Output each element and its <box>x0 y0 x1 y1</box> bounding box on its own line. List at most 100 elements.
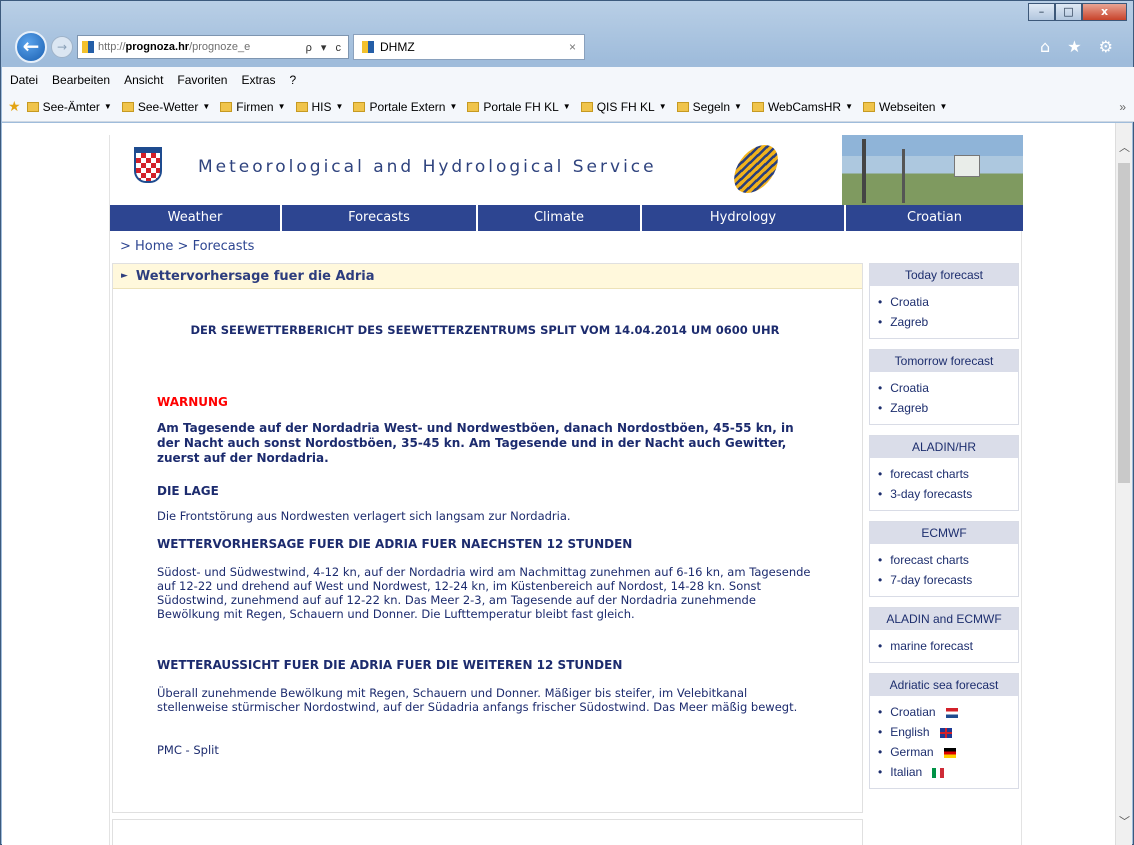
search-refresh-icon[interactable]: ρ ▾ c <box>306 41 344 54</box>
sidebar-link[interactable]: Croatia <box>878 378 1018 398</box>
weather-station-icon <box>954 155 980 177</box>
sidebar-link[interactable]: Zagreb <box>878 398 1018 418</box>
tab-close-icon[interactable]: × <box>569 40 576 54</box>
croatian-coat-of-arms-icon[interactable] <box>134 147 162 183</box>
nav-climate[interactable]: Climate <box>478 205 642 231</box>
favorite-folder[interactable]: Segeln ▼ <box>676 100 742 114</box>
browser-tools-icons[interactable]: ⌂ ★ ⚙ <box>1040 37 1119 56</box>
scrollbar-thumb[interactable] <box>1118 163 1130 483</box>
page-viewport: Meteorological and Hydrological Service … <box>2 123 1117 845</box>
favorites-bar: ★ See-Ämter ▼ See-Wetter ▼ Firmen ▼ HIS ▼ Po… <box>2 92 1134 122</box>
more-favorites-icon[interactable]: » <box>1119 100 1126 114</box>
favorite-folder[interactable]: Portale Extern ▼ <box>353 100 457 114</box>
favorite-folder[interactable]: QIS FH KL ▼ <box>580 99 667 114</box>
sidebar-box-title: Tomorrow forecast <box>870 350 1018 372</box>
favorite-label: QIS FH KL <box>596 99 655 114</box>
favorite-label: Portale FH KL <box>483 99 559 114</box>
favorite-folder[interactable]: Portale FH KL ▼ <box>467 99 571 114</box>
triangle-right-icon: ► <box>121 271 128 281</box>
signature: PMC - Split <box>157 743 219 757</box>
navigation-bar: ← → http:// prognoza.hr /prognoze_e ρ ▾ … <box>15 31 585 63</box>
sidebar-link[interactable]: forecast charts <box>878 464 1018 484</box>
chevron-down-icon: ▼ <box>449 102 458 111</box>
close-button[interactable]: x <box>1082 3 1127 21</box>
back-icon[interactable]: ← <box>15 31 47 63</box>
favorite-label: See-Ämter <box>42 99 100 114</box>
menu-favoriten[interactable]: Favoriten <box>177 73 227 87</box>
browser-tab[interactable]: DHMZ × <box>353 34 585 60</box>
sidebar-link[interactable]: Croatia <box>878 292 1018 312</box>
sidebar-link[interactable]: English <box>878 722 1018 742</box>
language-label: Italian <box>890 765 923 779</box>
menu-help[interactable]: ? <box>289 73 296 87</box>
chevron-down-icon: ▼ <box>939 102 948 111</box>
sidebar-box-aladin-ecmwf: ALADIN and ECMWF marine forecast <box>869 607 1019 663</box>
browser-window: – □ x ← → http:// prognoza.hr /prognoze_… <box>0 0 1134 845</box>
minimize-button[interactable]: – <box>1028 3 1055 21</box>
italian-flag-icon <box>932 767 945 778</box>
chevron-down-icon: ▼ <box>658 102 667 111</box>
menu-ansicht[interactable]: Ansicht <box>124 73 163 87</box>
breadcrumb[interactable]: > Home > Forecasts <box>120 239 254 254</box>
outlook-text: Überall zunehmende Bewölkung mit Regen, … <box>157 686 798 714</box>
favorite-folder[interactable]: See-Ämter ▼ <box>26 99 112 114</box>
folder-icon <box>676 101 689 112</box>
sidebar-link[interactable]: 7-day forecasts <box>878 570 1018 590</box>
forward-icon[interactable]: → <box>51 36 73 58</box>
sidebar-link[interactable]: 3-day forecasts <box>878 484 1018 504</box>
german-flag-icon <box>943 747 956 758</box>
sidebar-box-adriatic: Adriatic sea forecast Croatian English G… <box>869 673 1019 789</box>
sidebar-box-title: ALADIN/HR <box>870 436 1018 458</box>
favorite-folder[interactable]: See-Wetter ▼ <box>121 100 210 114</box>
address-bar[interactable]: http:// prognoza.hr /prognoze_e ρ ▾ c <box>77 35 349 59</box>
favorite-folder[interactable]: Firmen ▼ <box>220 100 286 114</box>
site-title: Meteorological and Hydrological Service <box>198 157 657 177</box>
sidebar-link[interactable]: German <box>878 742 1018 762</box>
chevron-down-icon: ▼ <box>335 102 344 111</box>
favorite-label: Webseiten <box>878 99 936 114</box>
folder-icon <box>580 101 593 112</box>
mast-icon <box>902 149 905 203</box>
sidebar-box-title: ALADIN and ECMWF <box>870 608 1018 630</box>
favorite-folder[interactable]: Webseiten ▼ <box>862 99 948 114</box>
outlook-heading: WETTERAUSSICHT FUER DIE ADRIA FUER DIE W… <box>157 658 623 672</box>
site-header: Meteorological and Hydrological Service <box>110 135 1023 205</box>
scroll-down-icon[interactable]: ﹀ <box>1119 813 1130 829</box>
favorites-star-icon[interactable]: ★ <box>8 98 21 115</box>
sidebar-link[interactable]: Zagreb <box>878 312 1018 332</box>
site-favicon-icon <box>82 41 94 53</box>
folder-icon <box>26 101 39 112</box>
menu-extras[interactable]: Extras <box>241 73 275 87</box>
favorite-folder[interactable]: HIS ▼ <box>295 100 344 114</box>
sidebar-link[interactable]: marine forecast <box>878 636 1018 656</box>
maximize-button[interactable]: □ <box>1055 3 1082 21</box>
lage-heading: DIE LAGE <box>157 484 219 498</box>
mast-icon <box>862 139 866 203</box>
forecast-text: Südost- und Südwestwind, 4-12 kn, auf de… <box>157 565 811 621</box>
nav-hydrology[interactable]: Hydrology <box>642 205 846 231</box>
folder-icon <box>751 101 764 112</box>
sidebar-link[interactable]: Italian <box>878 762 1018 782</box>
favorite-folder[interactable]: WebCamsHR ▼ <box>751 100 853 114</box>
nav-croatian[interactable]: Croatian <box>846 205 1023 231</box>
content-heading-text: Wettervorhersage fuer die Adria <box>135 268 375 284</box>
tab-favicon-icon <box>362 41 374 53</box>
warning-text: Am Tagesende auf der Nordadria West- und… <box>157 421 794 465</box>
content-heading: ► Wettervorhersage fuer die Adria <box>113 264 862 289</box>
vertical-scrollbar[interactable]: ︿ ﹀ <box>1115 123 1132 845</box>
chevron-down-icon: ▼ <box>734 102 742 111</box>
chevron-down-icon: ▼ <box>562 102 571 111</box>
folder-icon <box>353 101 366 112</box>
menu-bar: Datei Bearbeiten Ansicht Favoriten Extra… <box>2 67 1134 92</box>
sidebar-link[interactable]: forecast charts <box>878 550 1018 570</box>
main-navigation: Weather Forecasts Climate Hydrology Croa… <box>110 205 1023 231</box>
nav-weather[interactable]: Weather <box>110 205 282 231</box>
sidebar-box-today: Today forecast Croatia Zagreb <box>869 263 1019 339</box>
nav-forecasts[interactable]: Forecasts <box>282 205 478 231</box>
menu-datei[interactable]: Datei <box>10 73 38 87</box>
title-bar: – □ x ← → http:// prognoza.hr /prognoze_… <box>1 1 1133 67</box>
url-host: prognoza.hr <box>125 41 190 53</box>
scroll-up-icon[interactable]: ︿ <box>1119 139 1130 155</box>
menu-bearbeiten[interactable]: Bearbeiten <box>52 73 110 87</box>
sidebar-link[interactable]: Croatian <box>878 702 1018 722</box>
